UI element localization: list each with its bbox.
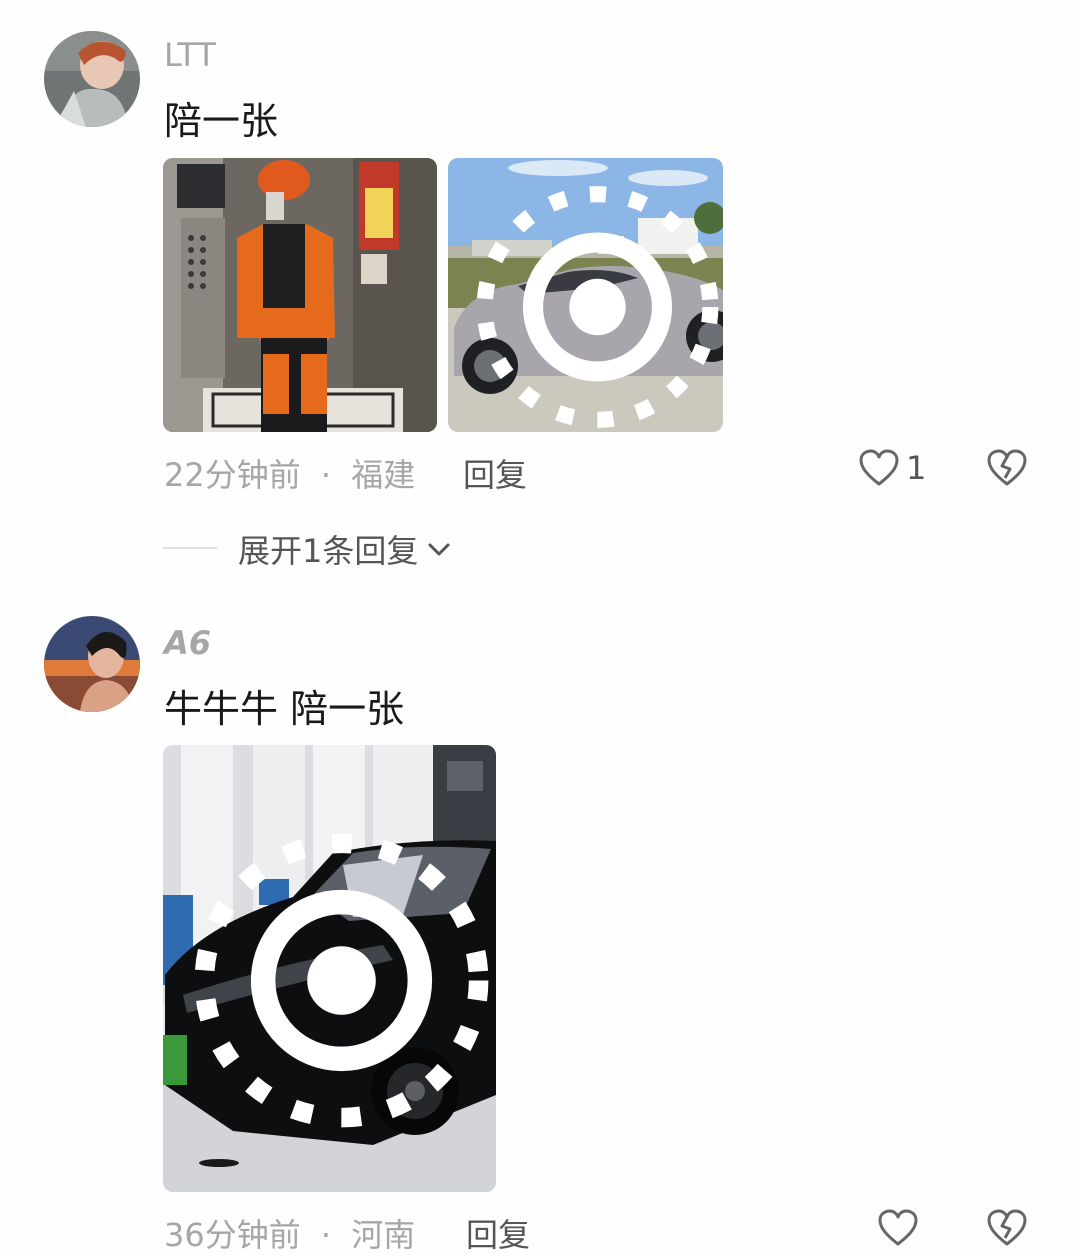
divider (163, 547, 217, 549)
reply-button[interactable]: 回复 (466, 1210, 530, 1256)
like-button[interactable] (877, 1208, 925, 1248)
expand-replies-button[interactable]: 展开1条回复 (238, 526, 454, 572)
live-photo-icon (476, 186, 719, 428)
heart-outline-icon (878, 1209, 918, 1246)
comment-location: 河南 (351, 1216, 416, 1254)
comment-text: 陪一张 (164, 99, 279, 143)
dislike-button[interactable] (986, 448, 1028, 488)
comment-text: 牛牛牛 陪一张 (164, 687, 405, 731)
comment-meta: 36分钟前 · 河南 (164, 1210, 415, 1256)
meta-separator: · (320, 1216, 332, 1254)
live-photo-icon (194, 833, 489, 1128)
dislike-button[interactable] (986, 1208, 1028, 1248)
username[interactable]: LTT (164, 36, 216, 74)
like-count: 1 (906, 449, 927, 487)
avatar[interactable] (44, 616, 140, 712)
heart-outline-icon (859, 449, 899, 486)
comment-photo[interactable] (163, 745, 496, 1192)
expand-replies-label: 展开1条回复 (238, 532, 419, 570)
comment-location: 福建 (351, 456, 416, 494)
broken-heart-icon (987, 1209, 1027, 1246)
broken-heart-icon (987, 449, 1027, 486)
chevron-down-icon (428, 543, 450, 556)
like-button[interactable]: 1 (858, 448, 926, 488)
comment-time: 22分钟前 (164, 456, 301, 494)
comment-time: 36分钟前 (164, 1216, 301, 1254)
comment-photo[interactable] (448, 158, 723, 432)
username[interactable]: A6 (164, 624, 211, 662)
meta-separator: · (320, 456, 332, 494)
comment-photo[interactable] (163, 158, 437, 432)
reply-button[interactable]: 回复 (463, 450, 527, 496)
avatar[interactable] (44, 31, 140, 127)
comment-meta: 22分钟前 · 福建 (164, 450, 415, 496)
